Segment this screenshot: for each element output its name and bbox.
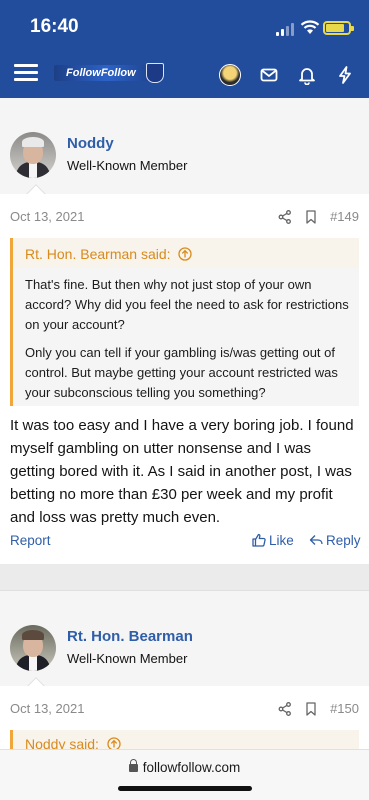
author-name[interactable]: Noddy xyxy=(67,135,114,152)
quote-block: Noddy said: xyxy=(10,730,359,760)
report-button[interactable]: Report xyxy=(10,533,51,548)
post-date[interactable]: Oct 13, 2021 xyxy=(10,209,84,224)
post-150-author: Rt. Hon. Bearman Well-Known Member xyxy=(0,590,369,697)
battery-icon xyxy=(323,21,354,35)
share-icon[interactable] xyxy=(278,210,292,224)
lock-icon xyxy=(128,759,138,772)
member-title: Well-Known Member xyxy=(67,158,188,173)
post-number[interactable]: #149 xyxy=(330,209,359,224)
thumbs-up-icon xyxy=(252,533,266,547)
wifi-icon xyxy=(300,20,320,34)
post-message: It was too easy and I have a very boring… xyxy=(10,417,354,526)
browser-url-bar[interactable]: followfollow.com xyxy=(0,749,369,800)
share-icon[interactable] xyxy=(278,702,292,716)
post-date[interactable]: Oct 13, 2021 xyxy=(10,701,84,716)
bookmark-icon[interactable] xyxy=(304,210,318,224)
crest-icon xyxy=(146,63,164,83)
quote-attribution-text: Rt. Hon. Bearman said: xyxy=(25,246,171,262)
bookmark-icon[interactable] xyxy=(304,702,318,716)
like-label: Like xyxy=(269,533,294,548)
reply-button[interactable]: Reply xyxy=(309,533,361,548)
url-display[interactable]: followfollow.com xyxy=(0,759,369,775)
reply-icon xyxy=(309,535,323,545)
lightning-icon[interactable] xyxy=(335,65,355,85)
app-header: 16:40 FollowFollow xyxy=(0,0,369,98)
menu-icon[interactable] xyxy=(14,64,38,82)
cellular-signal-icon xyxy=(276,22,296,36)
post-separator xyxy=(0,564,369,590)
site-logo[interactable]: FollowFollow xyxy=(54,63,164,83)
status-bar: 16:40 xyxy=(0,0,369,52)
post-149-author: Noddy Well-Known Member xyxy=(0,98,369,204)
quote-text-2: Only you can tell if your gambling is/wa… xyxy=(25,345,342,400)
post-149: Oct 13, 2021 #149 Rt. Hon. Bearman said:… xyxy=(0,194,369,564)
reply-label: Reply xyxy=(326,533,361,548)
arrow-up-circle-icon xyxy=(178,247,193,261)
status-time: 16:40 xyxy=(30,16,79,37)
member-title: Well-Known Member xyxy=(67,651,188,666)
quote-text-1: That's fine. But then why not just stop … xyxy=(25,277,353,332)
home-indicator xyxy=(118,786,252,791)
author-name[interactable]: Rt. Hon. Bearman xyxy=(67,628,193,645)
avatar[interactable] xyxy=(10,132,56,178)
post-number[interactable]: #150 xyxy=(330,701,359,716)
url-text: followfollow.com xyxy=(142,760,241,775)
like-button[interactable]: Like xyxy=(252,533,294,548)
quote-block: Rt. Hon. Bearman said: That's fine. But … xyxy=(10,238,359,406)
logo-text: FollowFollow xyxy=(66,67,136,79)
avatar[interactable] xyxy=(10,625,56,671)
post-150: Oct 13, 2021 #150 Noddy said: xyxy=(0,686,369,760)
user-avatar[interactable] xyxy=(219,64,241,86)
quote-attribution[interactable]: Rt. Hon. Bearman said: xyxy=(25,246,193,262)
bell-icon[interactable] xyxy=(297,65,317,85)
inbox-icon[interactable] xyxy=(259,65,279,85)
